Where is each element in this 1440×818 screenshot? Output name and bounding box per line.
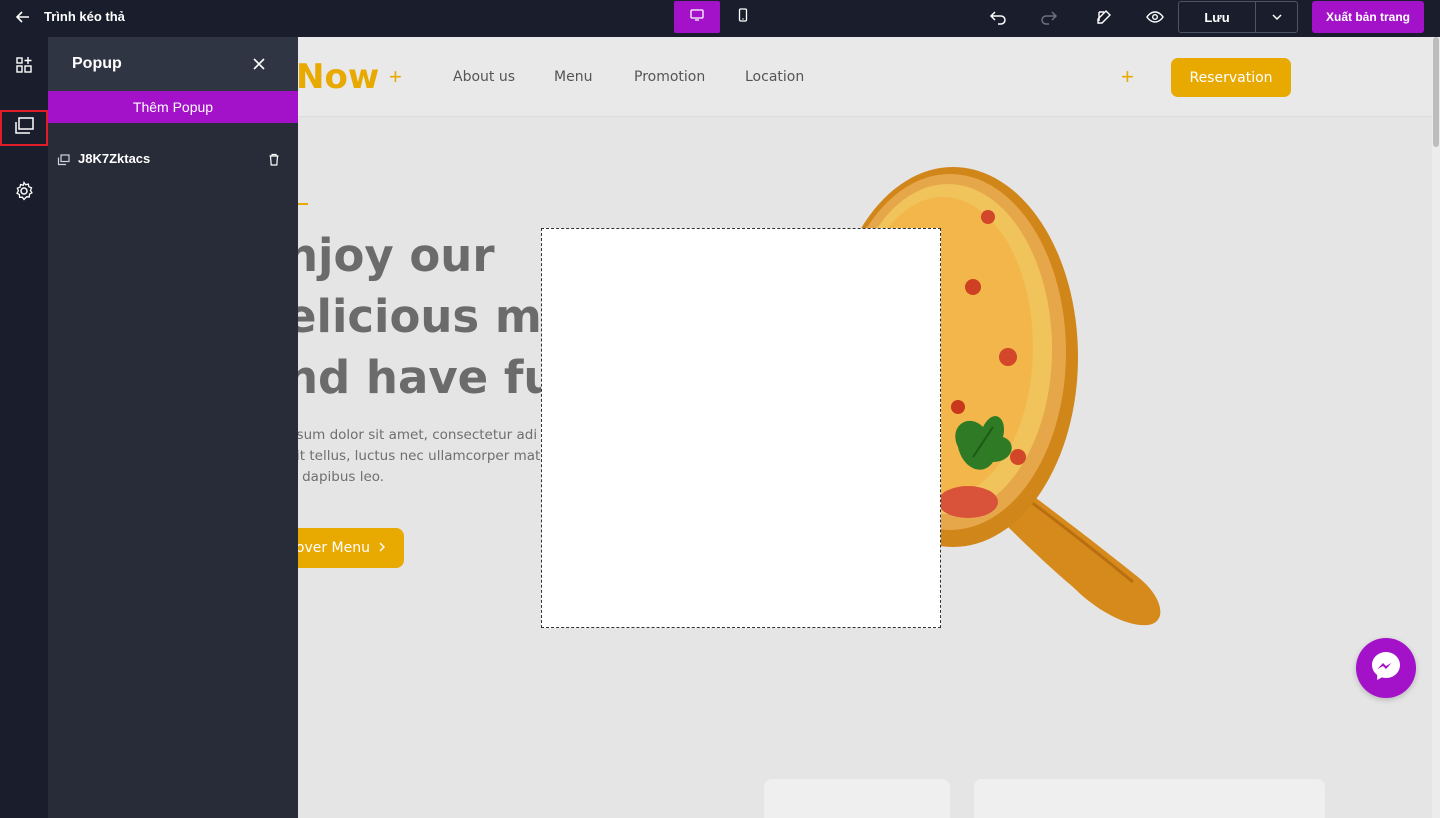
eye-icon[interactable] <box>1145 7 1165 27</box>
site-header: Now + About us Menu Promotion Location +… <box>298 37 1432 117</box>
left-rail <box>0 37 48 818</box>
save-dropdown-button[interactable] <box>1256 2 1297 32</box>
popup-item-name: J8K7Zktacs <box>78 151 151 166</box>
settings-icon <box>14 180 34 206</box>
chevron-right-icon <box>378 540 386 556</box>
popup-panel: Popup Thêm Popup J8K7Zktacs <box>48 37 298 818</box>
nav-link-menu[interactable]: Menu <box>554 69 592 85</box>
hero-heading-line-1: njoy our <box>298 229 495 282</box>
popup-item-icon <box>57 153 70 171</box>
mobile-view-button[interactable] <box>720 1 766 33</box>
popup-placeholder-box[interactable] <box>541 228 941 628</box>
site-logo: Now <box>298 57 380 97</box>
popup-icon <box>13 116 35 141</box>
close-icon[interactable] <box>251 56 267 72</box>
feature-card <box>764 779 950 818</box>
discover-menu-label: over Menu <box>298 540 370 556</box>
messenger-icon <box>1369 649 1403 688</box>
desktop-view-button[interactable] <box>674 1 720 33</box>
trash-icon[interactable] <box>268 153 280 171</box>
edit-icon[interactable] <box>1094 7 1114 27</box>
app-title: Trình kéo thả <box>44 9 125 24</box>
panel-header: Popup <box>48 37 298 91</box>
mobile-icon <box>738 7 748 27</box>
back-arrow-icon[interactable] <box>14 8 32 26</box>
feature-card <box>974 779 1325 818</box>
desktop-icon <box>690 8 704 26</box>
settings-tab[interactable] <box>0 175 48 211</box>
hero-paragraph-line: elit tellus, luctus nec ullamcorper mat <box>298 448 541 464</box>
elements-icon <box>15 56 33 79</box>
nav-link-about[interactable]: About us <box>453 69 515 85</box>
save-button-group: Lưu <box>1178 1 1298 33</box>
undo-icon[interactable] <box>988 7 1008 27</box>
add-element-icon[interactable]: + <box>1121 64 1134 90</box>
publish-button[interactable]: Xuất bản trang <box>1312 1 1424 33</box>
panel-title: Popup <box>72 55 122 72</box>
redo-icon[interactable] <box>1039 7 1059 27</box>
nav-link-location[interactable]: Location <box>745 69 804 85</box>
reservation-button[interactable]: Reservation <box>1171 58 1291 97</box>
popup-list-item[interactable]: J8K7Zktacs <box>48 149 298 169</box>
canvas-scrollbar[interactable] <box>1432 37 1440 818</box>
discover-menu-button[interactable]: over Menu <box>298 528 404 568</box>
elements-tab[interactable] <box>0 49 48 85</box>
hero-paragraph-line: Ipsum dolor sit amet, consectetur adi <box>298 427 538 443</box>
popup-tab[interactable] <box>0 110 48 146</box>
accent-divider <box>298 203 308 205</box>
hero-paragraph: Ipsum dolor sit amet, consectetur adi el… <box>298 425 544 488</box>
add-popup-button[interactable]: Thêm Popup <box>48 91 298 123</box>
hero-heading-line-2: elicious me <box>298 290 573 343</box>
scrollbar-thumb[interactable] <box>1433 37 1439 147</box>
chevron-down-icon <box>1271 8 1283 26</box>
hero-paragraph-line: ar dapibus leo. <box>298 469 385 485</box>
add-element-icon[interactable]: + <box>389 64 402 90</box>
save-button[interactable]: Lưu <box>1179 2 1256 32</box>
top-toolbar: Trình kéo thả Lưu Xuất bản trang <box>0 0 1440 37</box>
nav-link-promotion[interactable]: Promotion <box>634 69 705 85</box>
messenger-chat-button[interactable] <box>1356 638 1416 698</box>
